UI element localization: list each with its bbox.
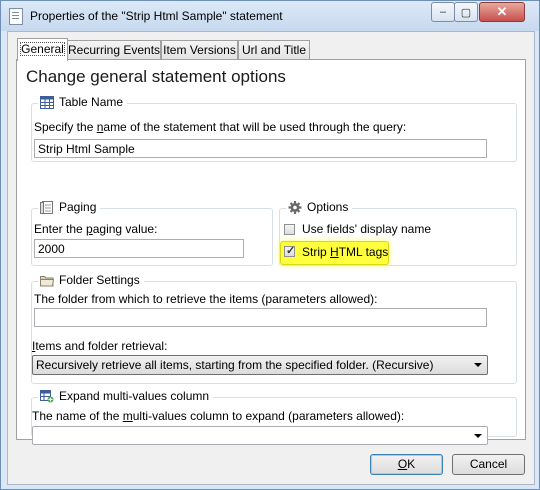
strip-html-checkbox[interactable]: ✓ <box>284 245 295 257</box>
tab-general[interactable]: General <box>17 38 68 61</box>
paging-input[interactable]: 2000 <box>34 239 244 258</box>
folder-input[interactable] <box>34 308 487 327</box>
table-icon <box>40 95 54 109</box>
folder-label: The folder from which to retrieve the it… <box>34 292 378 306</box>
options-legend: Options <box>286 200 353 214</box>
tab-recurring-events[interactable]: Recurring Events <box>67 40 161 59</box>
retrieval-select-value: Recursively retrieve all items, starting… <box>36 358 434 372</box>
page-icon <box>40 200 54 214</box>
expand-table-icon <box>40 389 54 403</box>
expand-column-select[interactable] <box>32 426 488 445</box>
document-icon <box>9 8 23 25</box>
use-display-name-checkbox[interactable] <box>284 224 295 235</box>
maximize-button[interactable]: ▢ <box>454 2 478 22</box>
close-button[interactable]: ✕ <box>479 2 525 22</box>
table-name-legend: Table Name <box>38 95 128 109</box>
tab-item-versions[interactable]: Item Versions <box>161 40 238 59</box>
tab-recurring-events-label: Recurring Events <box>68 43 161 57</box>
properties-dialog: Properties of the "Strip Html Sample" st… <box>0 0 540 490</box>
retrieval-label: Items and folder retrieval: <box>32 339 168 353</box>
table-name-group: Table Name Specify the name of the state… <box>31 95 517 162</box>
expand-title: Expand multi-values column <box>59 389 210 403</box>
folder-icon <box>40 274 55 287</box>
title-bar[interactable]: Properties of the "Strip Html Sample" st… <box>1 1 539 31</box>
window-title: Properties of the "Strip Html Sample" st… <box>30 9 283 23</box>
chevron-down-icon <box>474 434 482 438</box>
table-name-title: Table Name <box>59 95 124 109</box>
chevron-down-icon <box>474 363 482 367</box>
tab-item-versions-label: Item Versions <box>163 43 236 57</box>
expand-group: Expand multi-values column The name of t… <box>31 389 517 445</box>
expand-label: The name of the multi-values column to e… <box>32 409 405 423</box>
strip-html-label: Strip HTML tags <box>302 245 389 259</box>
paging-group: Paging Enter the paging value: 2000 <box>31 200 273 266</box>
paging-title: Paging <box>59 200 97 214</box>
options-title: Options <box>307 200 349 214</box>
page-title: Change general statement options <box>26 67 286 86</box>
folder-settings-title: Folder Settings <box>59 273 140 287</box>
options-group: Options Use fields' display name ✓ Strip… <box>279 200 517 266</box>
ok-button[interactable]: OK <box>370 454 443 475</box>
general-tab-panel: Change general statement options Table N… <box>16 59 526 445</box>
dialog-client: General Recurring Events Item Versions U… <box>7 31 535 485</box>
paging-legend: Paging <box>38 200 101 214</box>
paging-label: Enter the paging value: <box>34 222 158 236</box>
table-name-description: Specify the name of the statement that w… <box>34 120 407 134</box>
table-name-input[interactable]: Strip Html Sample <box>34 139 487 158</box>
cancel-button[interactable]: Cancel <box>452 454 525 475</box>
tab-general-label: General <box>20 42 65 56</box>
minimize-button[interactable]: ‒ <box>431 2 455 22</box>
folder-settings-group: Folder Settings The folder from which to… <box>31 273 517 384</box>
gear-icon <box>288 200 302 214</box>
folder-settings-legend: Folder Settings <box>38 273 144 287</box>
expand-legend: Expand multi-values column <box>38 389 214 403</box>
tab-url-and-title[interactable]: Url and Title <box>238 40 310 59</box>
tab-url-and-title-label: Url and Title <box>241 43 307 57</box>
use-display-name-label: Use fields' display name <box>302 222 432 236</box>
retrieval-select[interactable]: Recursively retrieve all items, starting… <box>32 355 488 375</box>
